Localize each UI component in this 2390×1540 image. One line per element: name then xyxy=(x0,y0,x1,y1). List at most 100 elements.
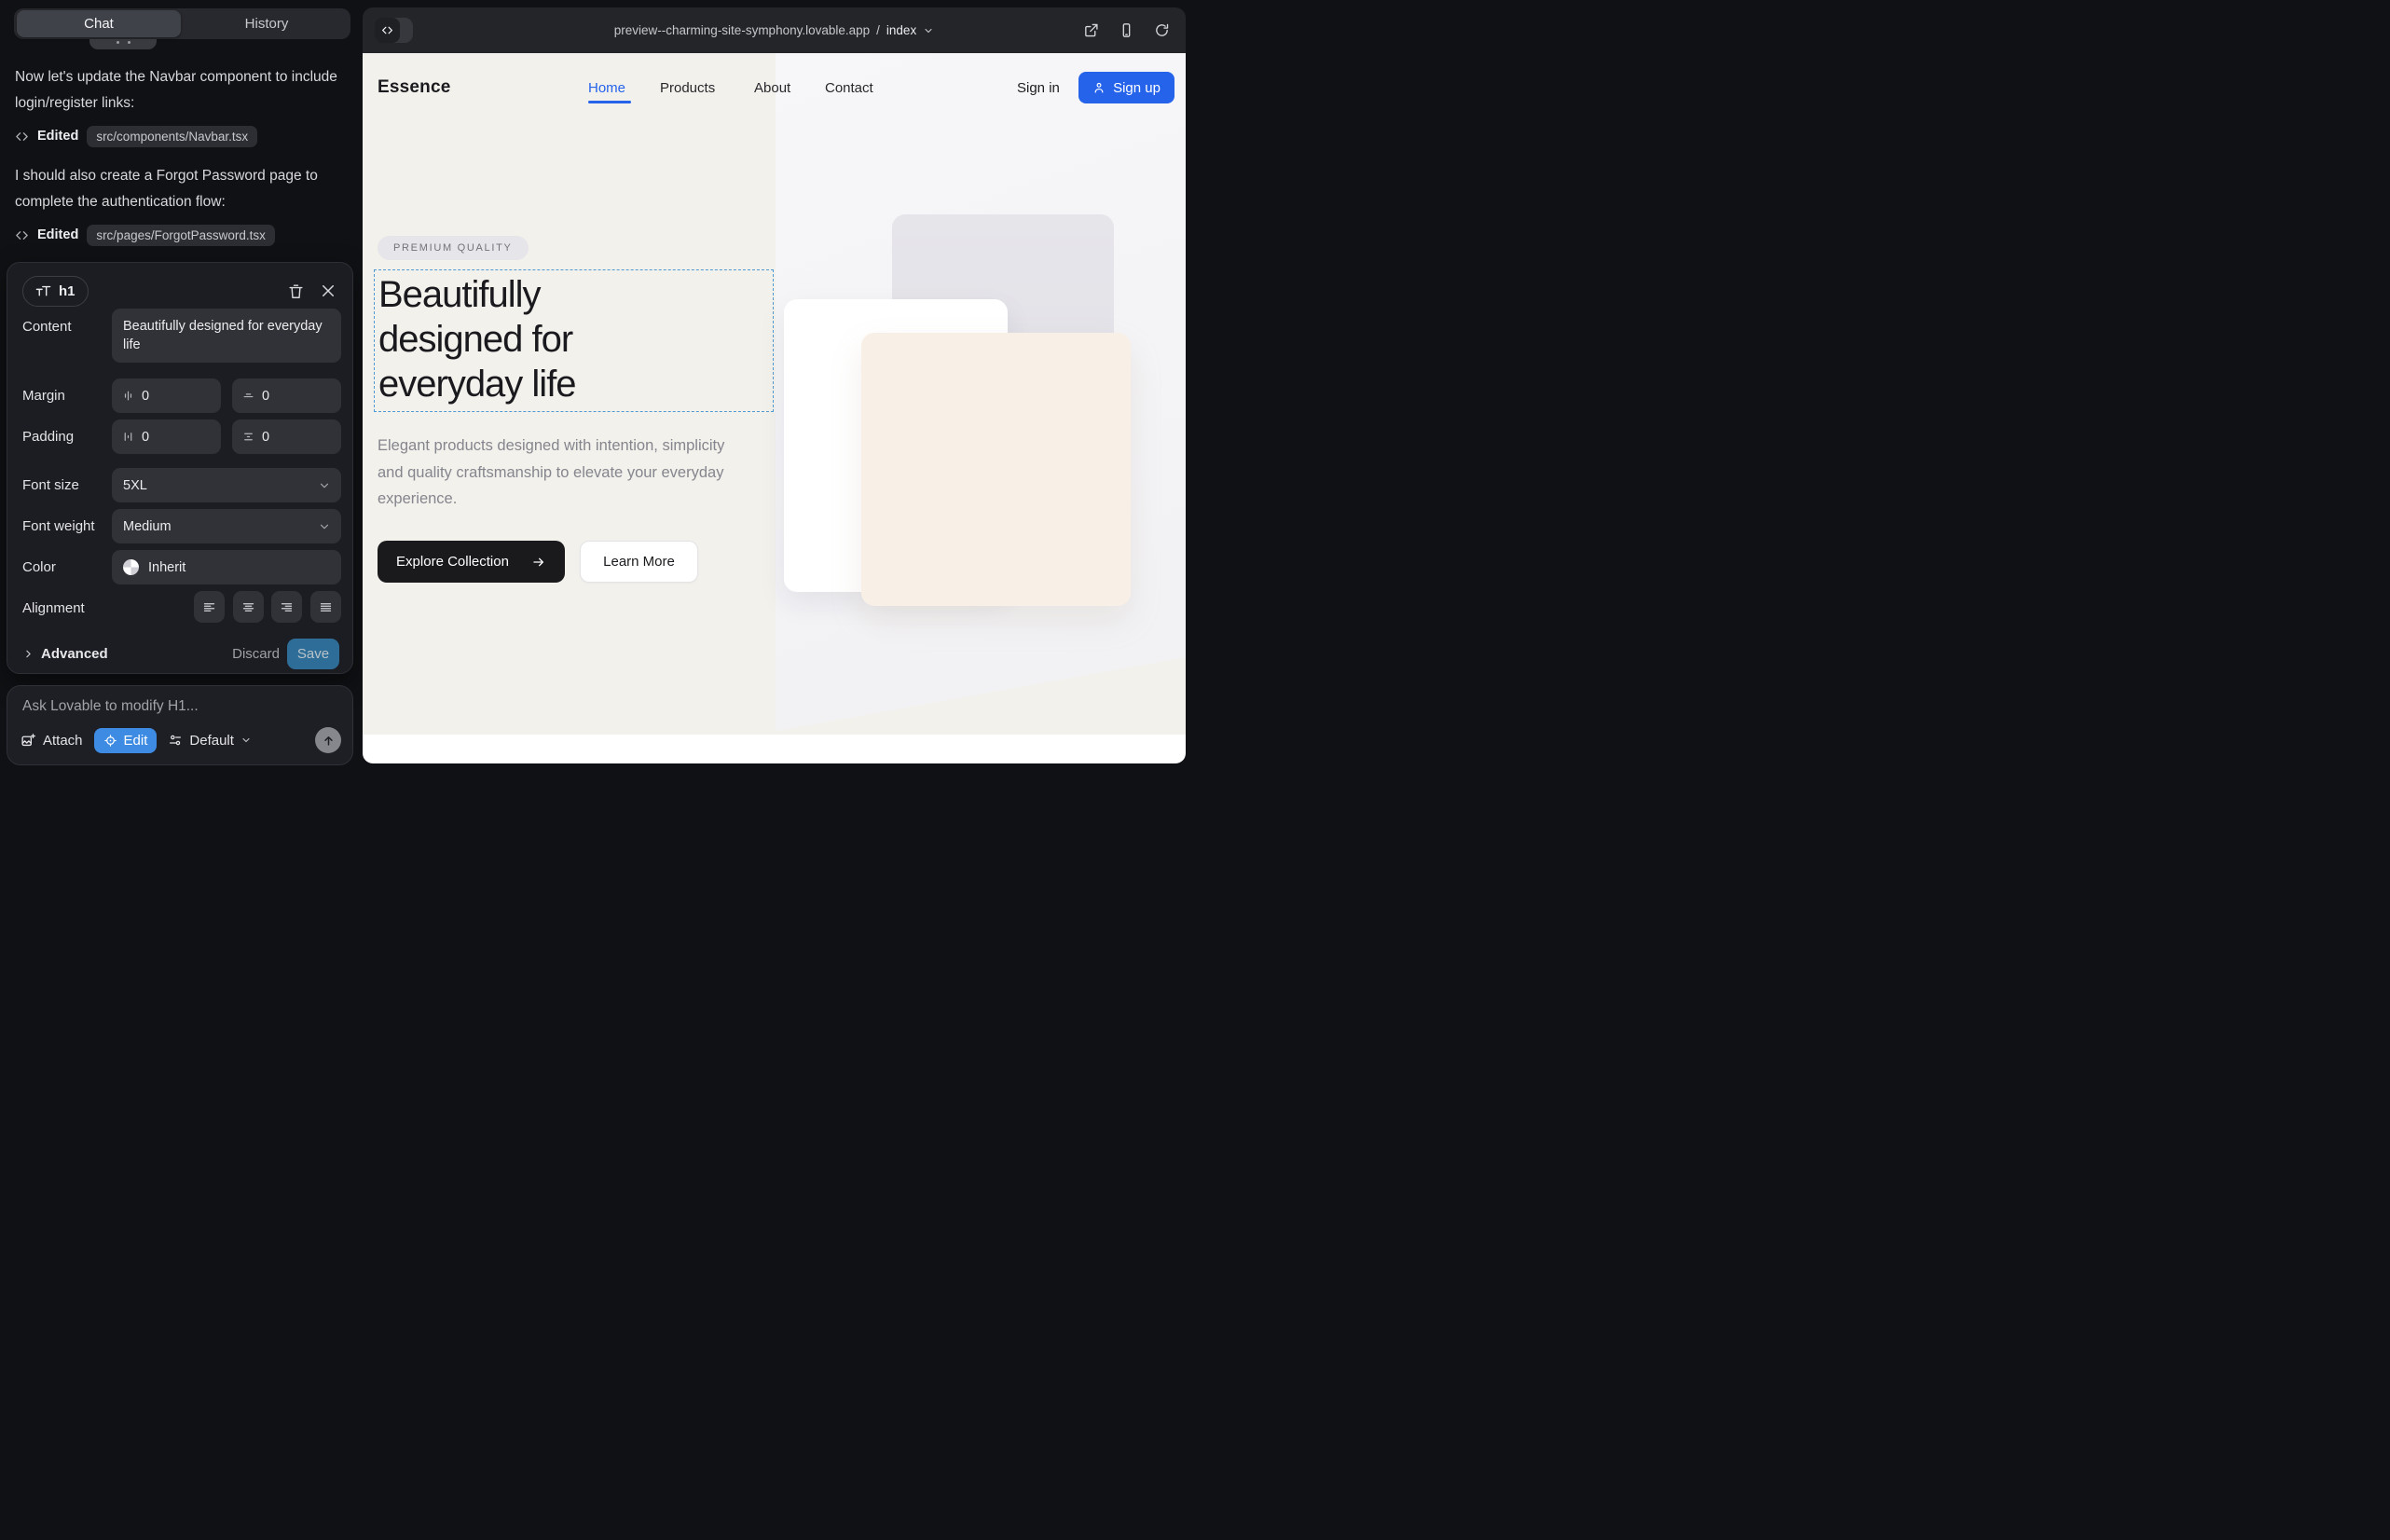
font-weight-select[interactable]: Medium xyxy=(112,509,341,543)
active-nav-underline xyxy=(588,101,631,103)
align-left-icon xyxy=(202,600,216,614)
target-icon xyxy=(103,734,117,748)
font-weight-value: Medium xyxy=(123,519,172,534)
save-button[interactable]: Save xyxy=(287,639,339,669)
color-select[interactable]: Inherit xyxy=(112,550,341,584)
attach-label: Attach xyxy=(43,733,83,749)
margin-y-input[interactable]: 0 xyxy=(232,378,341,413)
font-weight-label: Font weight xyxy=(22,518,95,534)
default-label: Default xyxy=(189,733,234,749)
premium-quality-badge: PREMIUM QUALITY xyxy=(378,236,529,260)
learn-more-button[interactable]: Learn More xyxy=(580,541,698,583)
type-icon xyxy=(35,284,51,298)
site-canvas: Essence Home Products About Contact Sign… xyxy=(363,53,1186,735)
sliders-icon xyxy=(168,733,183,748)
edited-label: Edited xyxy=(37,227,78,242)
padding-x-input[interactable]: 0 xyxy=(112,419,221,454)
margin-y-value: 0 xyxy=(262,389,269,404)
chat-composer[interactable]: Ask Lovable to modify H1... Attach Edit … xyxy=(7,685,353,765)
chevron-down-icon xyxy=(240,735,252,746)
scrolled-chip-partial xyxy=(89,39,157,49)
margin-x-input[interactable]: 0 xyxy=(112,378,221,413)
element-editor-panel: h1 Content Beautifully designed for ever… xyxy=(7,262,353,674)
chevron-down-icon xyxy=(318,520,331,533)
color-value: Inherit xyxy=(148,560,185,575)
delete-element-button[interactable] xyxy=(287,282,306,301)
chat-message: Now let's update the Navbar component to… xyxy=(15,64,355,117)
mobile-view-icon[interactable] xyxy=(1119,22,1134,38)
font-size-label: Font size xyxy=(22,477,79,493)
nav-link-about[interactable]: About xyxy=(754,80,790,96)
preview-actions xyxy=(1083,7,1170,53)
send-button[interactable] xyxy=(315,727,341,753)
advanced-toggle[interactable]: Advanced xyxy=(22,639,108,669)
site-logo[interactable]: Essence xyxy=(378,77,451,98)
align-right-button[interactable] xyxy=(271,591,302,623)
open-in-new-tab-icon[interactable] xyxy=(1083,22,1099,38)
explore-label: Explore Collection xyxy=(396,554,509,570)
edit-mode-button[interactable]: Edit xyxy=(94,728,158,753)
chat-history-tabs: Chat History xyxy=(14,8,350,39)
edit-label: Edit xyxy=(124,733,148,749)
align-justify-button[interactable] xyxy=(310,591,341,623)
preview-window: preview--charming-site-symphony.lovable.… xyxy=(363,7,1186,763)
url-host: preview--charming-site-symphony.lovable.… xyxy=(614,23,870,37)
nav-link-home[interactable]: Home xyxy=(588,80,625,96)
chat-message: I should also create a Forgot Password p… xyxy=(15,163,355,215)
arrow-up-icon xyxy=(322,734,336,748)
site-footer-section xyxy=(363,735,1186,763)
color-label: Color xyxy=(22,559,56,575)
refresh-icon[interactable] xyxy=(1154,22,1170,38)
edited-label: Edited xyxy=(37,129,78,144)
advanced-label: Advanced xyxy=(41,646,108,662)
nav-link-products[interactable]: Products xyxy=(660,80,715,96)
tab-history[interactable]: History xyxy=(183,8,350,39)
h1-line: everyday life xyxy=(378,362,773,406)
nav-link-contact[interactable]: Contact xyxy=(825,80,873,96)
code-icon xyxy=(15,130,29,144)
align-left-button[interactable] xyxy=(194,591,225,623)
file-badge[interactable]: src/components/Navbar.tsx xyxy=(87,126,257,147)
chevron-right-icon xyxy=(22,648,34,660)
discard-button[interactable]: Discard xyxy=(232,639,280,669)
padding-y-value: 0 xyxy=(262,430,269,445)
lovable-app: Chat History Now let's update the Navbar… xyxy=(0,0,1195,770)
content-input[interactable]: Beautifully designed for everyday life xyxy=(112,309,341,363)
sign-in-link[interactable]: Sign in xyxy=(1017,80,1060,96)
h1-line: designed for xyxy=(378,317,773,362)
user-icon xyxy=(1092,81,1106,94)
composer-input[interactable]: Ask Lovable to modify H1... xyxy=(22,698,199,715)
preview-url[interactable]: preview--charming-site-symphony.lovable.… xyxy=(614,23,934,37)
close-panel-button[interactable] xyxy=(320,282,338,301)
element-tag-pill[interactable]: h1 xyxy=(22,276,89,307)
margin-x-value: 0 xyxy=(142,389,149,404)
margin-label: Margin xyxy=(22,388,65,404)
align-center-button[interactable] xyxy=(233,591,264,623)
tab-chat[interactable]: Chat xyxy=(17,10,181,37)
url-page: index xyxy=(886,23,916,37)
attach-image-icon xyxy=(21,733,36,749)
edited-file-row: Edited src/pages/ForgotPassword.tsx xyxy=(15,223,275,247)
font-size-value: 5XL xyxy=(123,478,147,493)
edited-file-row: Edited src/components/Navbar.tsx xyxy=(15,124,257,148)
padding-y-input[interactable]: 0 xyxy=(232,419,341,454)
composer-toolbar: Attach Edit Default xyxy=(21,726,341,754)
align-justify-icon xyxy=(319,600,333,614)
padding-x-value: 0 xyxy=(142,430,149,445)
default-mode-button[interactable]: Default xyxy=(168,733,252,749)
file-badge[interactable]: src/pages/ForgotPassword.tsx xyxy=(87,225,275,246)
content-label: Content xyxy=(22,319,72,335)
code-view-toggle[interactable] xyxy=(375,18,413,43)
attach-button[interactable]: Attach xyxy=(21,733,83,749)
sign-up-button[interactable]: Sign up xyxy=(1078,72,1174,103)
h1-line: Beautifully xyxy=(378,272,773,317)
element-tag: h1 xyxy=(59,283,76,299)
preview-toolbar: preview--charming-site-symphony.lovable.… xyxy=(363,7,1186,53)
hero-paragraph: Elegant products designed with intention… xyxy=(378,433,739,513)
margin-horizontal-icon xyxy=(122,390,134,402)
selected-h1-element[interactable]: Beautifully designed for everyday life xyxy=(374,269,774,412)
explore-collection-button[interactable]: Explore Collection xyxy=(378,541,565,583)
padding-horizontal-icon xyxy=(122,431,134,443)
font-size-select[interactable]: 5XL xyxy=(112,468,341,502)
align-center-icon xyxy=(241,600,255,614)
